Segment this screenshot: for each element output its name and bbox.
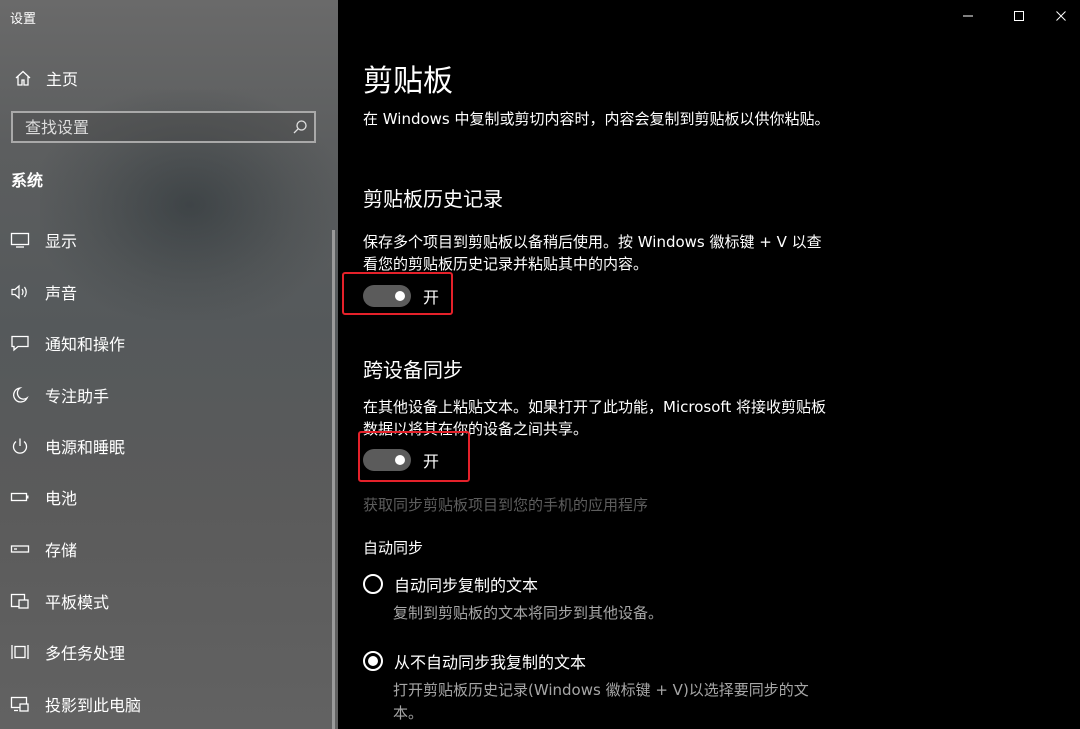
search-box[interactable] xyxy=(11,111,316,143)
intro-text: 在 Windows 中复制或剪切内容时，内容会复制到剪贴板以供你粘贴。 xyxy=(363,110,830,128)
history-section-title: 剪贴板历史记录 xyxy=(363,187,503,211)
radio-button[interactable] xyxy=(363,574,383,594)
main-content: 剪贴板 在 Windows 中复制或剪切内容时，内容会复制到剪贴板以供你粘贴。 … xyxy=(338,0,1080,729)
sidebar-scrollbar[interactable] xyxy=(332,230,335,729)
close-button[interactable] xyxy=(1038,0,1080,32)
sidebar-item-display[interactable]: 显示 xyxy=(0,220,330,260)
notification-icon xyxy=(9,332,31,354)
sidebar-item-focus-assist[interactable]: 专注助手 xyxy=(0,375,330,415)
radio-description: 打开剪贴板历史记录(Windows 徽标键 + V)以选择要同步的文本。 xyxy=(393,681,809,722)
sidebar-item-label: 投影到此电脑 xyxy=(45,696,142,715)
sidebar-item-storage[interactable]: 存储 xyxy=(0,529,330,569)
sidebar: 设置 主页 系统 显示 声音 通知和操作 专注助手 xyxy=(0,0,338,729)
close-icon xyxy=(1056,11,1066,21)
radio-label: 自动同步复制的文本 xyxy=(394,576,539,595)
sidebar-item-label: 电源和睡眠 xyxy=(45,438,126,457)
radio-auto-sync[interactable]: 自动同步复制的文本 xyxy=(363,572,538,596)
minimize-button[interactable] xyxy=(945,0,991,32)
speaker-icon xyxy=(9,281,31,303)
storage-icon xyxy=(9,538,31,560)
sidebar-item-multitasking[interactable]: 多任务处理 xyxy=(0,632,330,672)
sidebar-item-label: 通知和操作 xyxy=(45,335,126,354)
sidebar-item-sound[interactable]: 声音 xyxy=(0,272,330,312)
sidebar-item-label: 存储 xyxy=(45,541,78,560)
sidebar-item-label: 显示 xyxy=(45,232,78,251)
sync-section-title: 跨设备同步 xyxy=(363,358,463,382)
home-label: 主页 xyxy=(46,70,79,89)
window-title: 设置 xyxy=(10,12,37,27)
radio-description: 复制到剪贴板的文本将同步到其他设备。 xyxy=(393,604,664,622)
display-icon xyxy=(9,229,31,251)
sidebar-item-project-to-pc[interactable]: 投影到此电脑 xyxy=(0,684,330,724)
power-icon xyxy=(9,435,31,457)
highlight-box xyxy=(342,272,453,315)
sidebar-item-tablet-mode[interactable]: 平板模式 xyxy=(0,581,330,621)
sidebar-item-power-sleep[interactable]: 电源和睡眠 xyxy=(0,426,330,466)
sidebar-item-label: 电池 xyxy=(45,489,78,508)
home-link[interactable]: 主页 xyxy=(12,66,78,90)
section-label-system: 系统 xyxy=(11,171,44,190)
history-description: 保存多个项目到剪贴板以备稍后使用。按 Windows 徽标键 + V 以查看您的… xyxy=(363,233,822,273)
multitask-icon xyxy=(9,641,31,663)
search-input[interactable] xyxy=(13,117,286,137)
sidebar-item-notifications[interactable]: 通知和操作 xyxy=(0,323,330,363)
sidebar-item-label: 声音 xyxy=(45,284,78,303)
radio-selected-dot xyxy=(368,656,378,666)
project-icon xyxy=(9,693,31,715)
radio-button[interactable] xyxy=(363,651,383,671)
tablet-icon xyxy=(9,590,31,612)
highlight-box xyxy=(358,431,470,482)
auto-sync-label: 自动同步 xyxy=(363,539,424,557)
search-icon[interactable] xyxy=(286,119,314,135)
battery-icon xyxy=(9,486,31,508)
sidebar-item-battery[interactable]: 电池 xyxy=(0,477,330,517)
maximize-button[interactable] xyxy=(996,0,1042,32)
page-title: 剪贴板 xyxy=(363,64,453,99)
sidebar-item-label: 专注助手 xyxy=(45,387,110,406)
radio-never-sync[interactable]: 从不自动同步我复制的文本 xyxy=(363,649,586,673)
maximize-icon xyxy=(1014,11,1024,21)
sidebar-item-label: 平板模式 xyxy=(45,593,110,612)
moon-icon xyxy=(9,384,31,406)
phone-app-link[interactable]: 获取同步剪贴板项目到您的手机的应用程序 xyxy=(363,494,648,515)
minimize-icon xyxy=(963,15,973,17)
radio-label: 从不自动同步我复制的文本 xyxy=(394,653,587,672)
sidebar-item-label: 多任务处理 xyxy=(45,644,126,663)
home-icon xyxy=(12,67,34,89)
